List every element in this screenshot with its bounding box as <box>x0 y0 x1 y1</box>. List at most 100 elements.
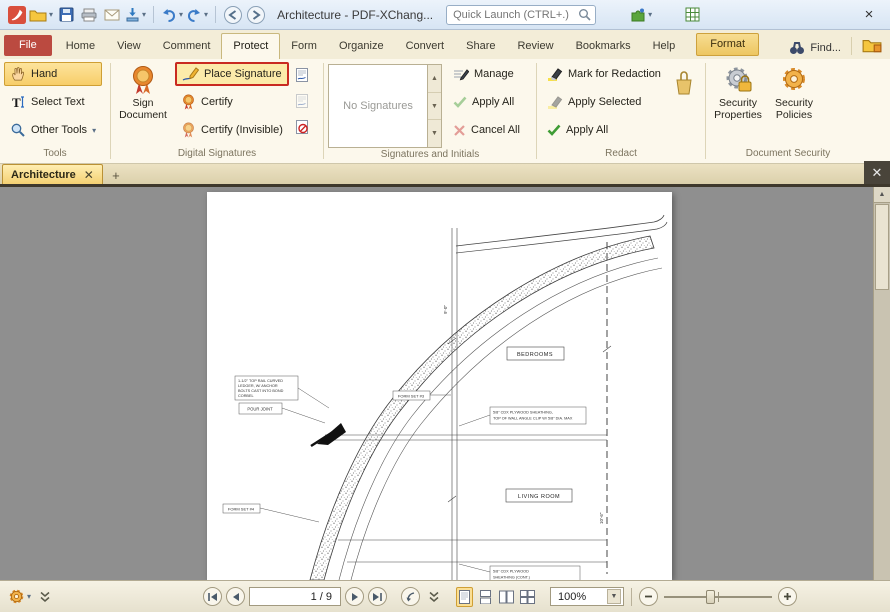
document-tab-close-icon[interactable]: ✕ <box>84 168 94 182</box>
tab-review[interactable]: Review <box>506 34 564 59</box>
panel-folder-button[interactable] <box>862 37 882 56</box>
svg-text:T: T <box>12 95 21 110</box>
document-area[interactable]: 9'-0" 10'-6" BEDROOMS LIVING ROOM FORM S… <box>0 187 890 580</box>
signature-remove-button[interactable] <box>293 117 311 137</box>
window-close-button[interactable]: × <box>856 6 882 23</box>
gear-lock-icon <box>723 65 753 95</box>
app-logo-icon <box>8 6 26 24</box>
apply-all-signatures-button[interactable]: Apply All <box>447 90 526 114</box>
select-text-button[interactable]: T Select Text <box>4 90 102 114</box>
signature-page-pale-button[interactable] <box>293 91 311 111</box>
zoom-out-button[interactable] <box>639 587 658 606</box>
email-button[interactable] <box>102 4 122 26</box>
gallery-scroll-down-button[interactable]: ▼ <box>428 93 441 121</box>
zoom-combo[interactable]: 100% ▼ <box>550 587 624 606</box>
sign-document-label: Sign Document <box>116 97 170 121</box>
tab-protect[interactable]: Protect <box>221 33 280 59</box>
tab-share[interactable]: Share <box>455 34 506 59</box>
nav-forward-button[interactable] <box>246 4 266 26</box>
tab-bookmarks[interactable]: Bookmarks <box>565 34 642 59</box>
save-button[interactable] <box>56 4 76 26</box>
session-grid-button[interactable] <box>682 4 702 26</box>
document-tab-bar: Architecture ✕ + ✕ <box>0 164 890 187</box>
note-pour-joint: POUR JOINT <box>247 407 273 412</box>
sanitize-document-button[interactable] <box>673 68 695 99</box>
certify-rosette-icon <box>181 94 196 110</box>
titlebar: ▾ ▾ ▾ ▾ Architecture - PDF-XChang... ▾ <box>0 0 890 30</box>
zoom-in-button[interactable] <box>778 587 797 606</box>
gallery-expand-button[interactable]: ▼ <box>428 120 441 147</box>
layout-two-pages-continuous-button[interactable] <box>519 587 536 607</box>
statusbar-options-button[interactable]: ▾ <box>8 587 31 607</box>
open-button[interactable]: ▾ <box>29 4 53 26</box>
quick-launch-box[interactable] <box>446 5 596 25</box>
page-number-box[interactable]: / 9 <box>249 587 341 606</box>
signature-page-button[interactable] <box>293 65 311 85</box>
certify-button[interactable]: Certify <box>175 90 289 114</box>
scrollbar-up-arrow[interactable]: ▲ <box>874 187 890 203</box>
security-policies-button[interactable]: Security Policies <box>766 62 822 147</box>
previous-page-icon <box>232 592 240 602</box>
signatures-gallery[interactable]: No Signatures <box>328 64 428 148</box>
find-button[interactable]: Find... <box>783 37 847 59</box>
plugins-button[interactable]: ▾ <box>630 4 652 26</box>
tab-help[interactable]: Help <box>642 34 687 59</box>
hand-tool-button[interactable]: Hand <box>4 62 102 86</box>
manage-signatures-button[interactable]: Manage <box>447 62 526 86</box>
tab-format[interactable]: Format <box>696 33 759 56</box>
tab-home[interactable]: Home <box>55 34 106 59</box>
ribbon-separator <box>851 37 852 55</box>
apply-selected-redaction-button[interactable]: Apply Selected <box>541 90 667 114</box>
other-tools-button[interactable]: Other Tools ▾ <box>4 118 102 142</box>
undo-button[interactable]: ▾ <box>161 4 183 26</box>
first-page-button[interactable] <box>203 587 222 606</box>
search-icon <box>578 8 591 21</box>
previous-page-button[interactable] <box>226 587 245 606</box>
cancel-all-signatures-button[interactable]: Cancel All <box>447 118 526 142</box>
note-right-line-2: TOP OF WALL ANGLE CLIP W/ 5/8" DIA. MAX <box>493 417 573 421</box>
new-tab-button[interactable]: + <box>107 167 125 184</box>
zoom-slider-thumb[interactable] <box>706 590 715 604</box>
view-history-expand-button[interactable] <box>424 587 444 607</box>
zoom-dropdown-arrow[interactable]: ▼ <box>607 589 621 604</box>
apply-all-redaction-button[interactable]: Apply All <box>541 118 667 142</box>
tab-convert[interactable]: Convert <box>395 34 456 59</box>
print-button[interactable] <box>79 4 99 26</box>
tab-comment[interactable]: Comment <box>152 34 222 59</box>
place-signature-label: Place Signature <box>204 68 282 80</box>
redo-button[interactable]: ▾ <box>186 4 208 26</box>
certify-invisible-rosette-icon <box>181 122 196 138</box>
document-tab-architecture[interactable]: Architecture ✕ <box>2 164 103 184</box>
collapse-statusbar-button[interactable] <box>35 587 55 607</box>
page-signature-prohibit-icon <box>296 120 308 134</box>
page-number-input[interactable] <box>291 591 317 603</box>
certify-invisible-label: Certify (Invisible) <box>201 124 283 136</box>
last-page-button[interactable] <box>368 587 387 606</box>
tab-form[interactable]: Form <box>280 34 328 59</box>
quick-launch-input[interactable] <box>453 9 578 21</box>
group-label-tools: Tools <box>0 147 110 163</box>
sign-document-button[interactable]: Sign Document <box>115 62 171 147</box>
tab-file[interactable]: File <box>4 35 52 56</box>
place-signature-icon <box>181 67 199 82</box>
rosette-icon <box>129 65 157 95</box>
nav-back-button[interactable] <box>223 4 243 26</box>
vertical-scrollbar[interactable]: ▲ <box>873 187 890 580</box>
mark-for-redaction-button[interactable]: Mark for Redaction <box>541 62 667 86</box>
scrollbar-thumb[interactable] <box>875 204 889 290</box>
tab-organize[interactable]: Organize <box>328 34 395 59</box>
export-button[interactable]: ▾ <box>125 4 146 26</box>
layout-single-page-button[interactable] <box>456 587 473 607</box>
next-page-button[interactable] <box>345 587 364 606</box>
gallery-scroll-up-button[interactable]: ▲ <box>428 65 441 93</box>
certify-invisible-button[interactable]: Certify (Invisible) <box>175 118 289 142</box>
layout-continuous-button[interactable] <box>477 587 494 607</box>
previous-view-button[interactable] <box>401 587 420 606</box>
security-properties-button[interactable]: Security Properties <box>710 62 766 147</box>
tab-view[interactable]: View <box>106 34 152 59</box>
pdf-page[interactable]: 9'-0" 10'-6" BEDROOMS LIVING ROOM FORM S… <box>207 192 672 580</box>
place-signature-button[interactable]: Place Signature <box>175 62 289 86</box>
layout-two-pages-button[interactable] <box>498 587 515 607</box>
tab-bar-close-button[interactable]: ✕ <box>864 161 890 184</box>
zoom-slider[interactable] <box>662 587 774 607</box>
